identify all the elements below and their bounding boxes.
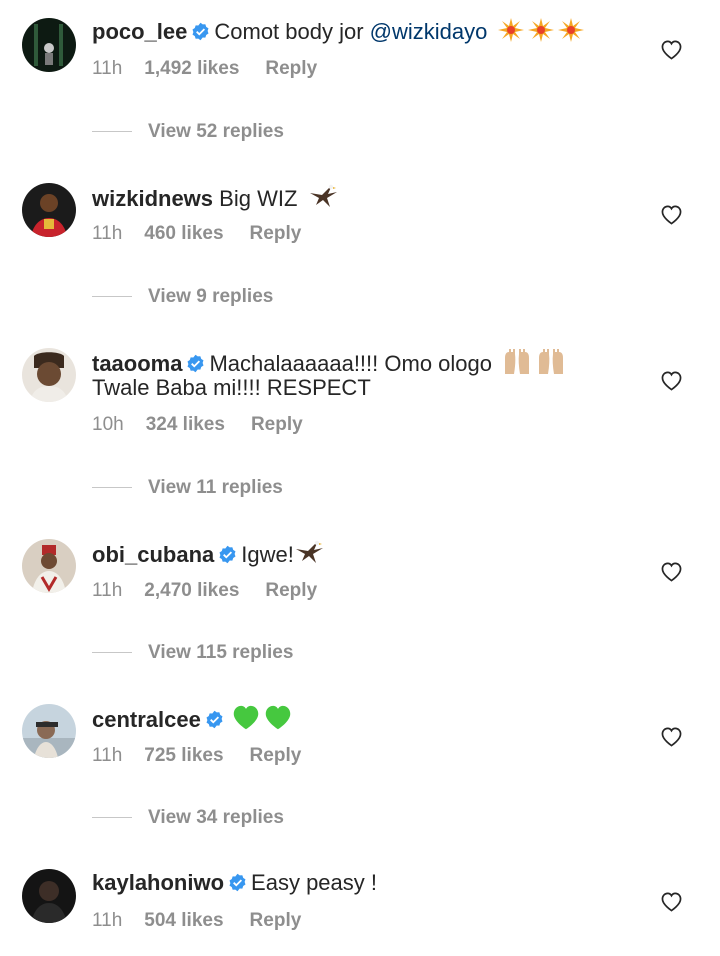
comment-likes[interactable]: 504 likes <box>144 909 223 933</box>
view-replies-label: View 52 replies <box>148 121 284 142</box>
comment-meta: 11h 460 likes Reply <box>92 222 301 246</box>
comment-time: 11h <box>92 223 123 244</box>
comment-body: Easy peasy ! <box>251 870 377 895</box>
avatar[interactable] <box>22 869 76 923</box>
comment-text: centralcee <box>92 704 292 736</box>
divider-line <box>92 652 132 654</box>
comment-body: Igwe! <box>241 542 294 567</box>
comment-likes[interactable]: 324 likes <box>146 413 225 437</box>
green-heart-emoji-icon <box>232 704 260 736</box>
comment-meta: 11h 2,470 likes Reply <box>92 579 317 603</box>
reply-button[interactable]: Reply <box>250 222 302 246</box>
comment-username[interactable]: obi_cubana <box>92 542 214 567</box>
comment-text: poco_lee Comot body jor @wizkidayo <box>92 18 584 48</box>
view-replies-label: View 11 replies <box>148 477 283 498</box>
comment-body: Comot body jor <box>214 19 370 44</box>
view-replies-link[interactable]: View 52 replies <box>92 120 284 144</box>
view-replies-link[interactable]: View 9 replies <box>92 285 273 309</box>
raised-hands-emoji-icon <box>536 348 566 380</box>
reply-button[interactable]: Reply <box>265 57 317 81</box>
view-replies-link[interactable]: View 11 replies <box>92 476 283 500</box>
like-heart-icon[interactable] <box>660 39 683 60</box>
like-heart-icon[interactable] <box>660 204 683 225</box>
avatar[interactable] <box>22 18 76 72</box>
reply-button[interactable]: Reply <box>251 413 303 437</box>
comment-likes[interactable]: 2,470 likes <box>144 579 239 603</box>
avatar[interactable] <box>22 539 76 593</box>
comment-text: obi_cubana Igwe! <box>92 539 324 571</box>
view-replies-label: View 34 replies <box>148 807 284 828</box>
verified-badge-icon <box>228 871 247 892</box>
comment-text-continued: Twale Baba mi!!!! RESPECT <box>92 374 371 401</box>
eagle-emoji-icon <box>294 539 324 571</box>
comment-text: kaylahoniwo Easy peasy ! <box>92 869 377 896</box>
comment-time: 11h <box>92 910 123 931</box>
comment-time: 11h <box>92 58 123 79</box>
divider-line <box>92 487 132 489</box>
like-heart-icon[interactable] <box>660 891 683 912</box>
eagle-emoji-icon <box>308 183 338 215</box>
comment-meta: 11h 504 likes Reply <box>92 909 301 933</box>
collision-emoji-icon <box>527 18 554 48</box>
avatar[interactable] <box>22 348 76 402</box>
reply-button[interactable]: Reply <box>250 909 302 933</box>
avatar[interactable] <box>22 704 76 758</box>
comment-body: Big WIZ <box>219 186 298 211</box>
reply-button[interactable]: Reply <box>250 744 302 768</box>
view-replies-link[interactable]: View 34 replies <box>92 806 284 830</box>
comment-body: Machalaaaaaa!!!! Omo ologo <box>209 351 492 376</box>
comment-meta: 11h 1,492 likes Reply <box>92 57 317 81</box>
comment-likes[interactable]: 1,492 likes <box>144 57 239 81</box>
divider-line <box>92 296 132 298</box>
comment-meta: 11h 725 likes Reply <box>92 744 301 768</box>
comment-username[interactable]: poco_lee <box>92 19 187 44</box>
verified-badge-icon <box>186 352 205 373</box>
like-heart-icon[interactable] <box>660 726 683 747</box>
green-heart-emoji-icon <box>264 704 292 736</box>
view-replies-label: View 115 replies <box>148 642 294 663</box>
comment-username[interactable]: kaylahoniwo <box>92 870 224 895</box>
comment-username[interactable]: taaooma <box>92 351 182 376</box>
divider-line <box>92 131 132 133</box>
comment-likes[interactable]: 725 likes <box>144 744 223 768</box>
verified-badge-icon <box>191 20 210 41</box>
avatar[interactable] <box>22 183 76 237</box>
divider-line <box>92 817 132 819</box>
reply-button[interactable]: Reply <box>265 579 317 603</box>
comment-time: 10h <box>92 414 124 435</box>
verified-badge-icon <box>218 543 237 564</box>
comment-time: 11h <box>92 580 123 601</box>
mention-link[interactable]: @wizkidayo <box>370 19 488 44</box>
raised-hands-emoji-icon <box>502 348 532 380</box>
collision-emoji-icon <box>557 18 584 48</box>
view-replies-label: View 9 replies <box>148 286 274 307</box>
verified-badge-icon <box>205 708 224 729</box>
like-heart-icon[interactable] <box>660 370 683 391</box>
comment-body-line2: Twale Baba mi!!!! RESPECT <box>92 375 371 400</box>
comment-likes[interactable]: 460 likes <box>144 222 223 246</box>
like-heart-icon[interactable] <box>660 561 683 582</box>
comment-meta: 10h 324 likes Reply <box>92 413 303 437</box>
collision-emoji-icon <box>497 18 524 48</box>
view-replies-link[interactable]: View 115 replies <box>92 641 293 665</box>
comment-username[interactable]: centralcee <box>92 707 201 732</box>
comment-text: wizkidnews Big WIZ <box>92 183 338 215</box>
comment-time: 11h <box>92 745 123 766</box>
comment-username[interactable]: wizkidnews <box>92 186 213 211</box>
